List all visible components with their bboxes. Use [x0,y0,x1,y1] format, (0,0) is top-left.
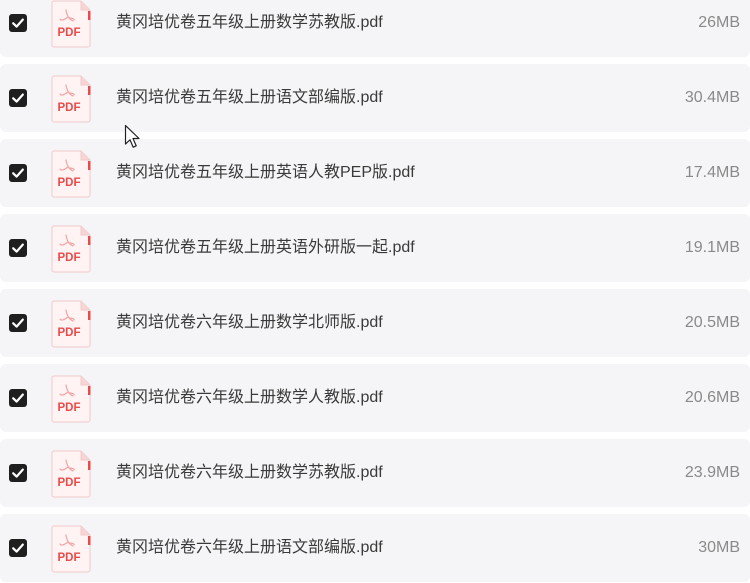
file-size: 19.1MB [684,239,740,256]
file-name: 黄冈培优卷六年级上册数学北师版.pdf [116,314,383,331]
file-size: 20.5MB [684,314,740,331]
pdf-file-icon: PDF [50,150,92,198]
pdf-file-icon: PDF [50,225,92,273]
checkmark-icon [12,543,24,553]
file-size: 23.9MB [684,464,740,481]
file-name: 黄冈培优卷六年级上册数学人教版.pdf [116,389,383,406]
pdf-file-icon: PDF [50,375,92,423]
pdf-file-icon: PDF [50,75,92,123]
checkmark-icon [12,18,24,28]
file-row[interactable]: PDF 黄冈培优卷五年级上册数学苏教版.pdf 26MB [0,0,750,57]
file-row[interactable]: PDF 黄冈培优卷六年级上册数学人教版.pdf 20.6MB [0,364,750,432]
pdf-file-icon: PDF [50,525,92,573]
file-row[interactable]: PDF 黄冈培优卷六年级上册数学北师版.pdf 20.5MB [0,289,750,357]
checkbox-checked[interactable] [9,239,27,257]
checkbox-checked[interactable] [9,89,27,107]
checkbox-checked[interactable] [9,164,27,182]
file-name: 黄冈培优卷五年级上册英语外研版一起.pdf [116,239,415,256]
checkmark-icon [12,243,24,253]
pdf-file-icon: PDF [50,300,92,348]
file-row[interactable]: PDF 黄冈培优卷五年级上册语文部编版.pdf 30.4MB [0,64,750,132]
pdf-icon-label: PDF [58,177,81,189]
checkbox-checked[interactable] [9,14,27,32]
pdf-icon-label: PDF [58,552,81,564]
pdf-icon-label: PDF [58,477,81,489]
file-row[interactable]: PDF 黄冈培优卷六年级上册数学苏教版.pdf 23.9MB [0,439,750,507]
file-name: 黄冈培优卷五年级上册英语人教PEP版.pdf [116,164,415,181]
file-row[interactable]: PDF 黄冈培优卷六年级上册语文部编版.pdf 30MB [0,514,750,582]
checkbox-checked[interactable] [9,389,27,407]
checkmark-icon [12,318,24,328]
file-row[interactable]: PDF 黄冈培优卷五年级上册英语人教PEP版.pdf 17.4MB [0,139,750,207]
checkmark-icon [12,168,24,178]
checkbox-checked[interactable] [9,539,27,557]
checkmark-icon [12,468,24,478]
pdf-icon-label: PDF [58,252,81,264]
checkbox-checked[interactable] [9,314,27,332]
file-size: 17.4MB [684,164,740,181]
pdf-icon-label: PDF [58,402,81,414]
file-size: 20.6MB [684,389,740,406]
file-name: 黄冈培优卷六年级上册数学苏教版.pdf [116,464,383,481]
pdf-icon-label: PDF [58,102,81,114]
file-size: 26MB [698,14,740,31]
file-name: 黄冈培优卷五年级上册语文部编版.pdf [116,89,383,106]
file-row[interactable]: PDF 黄冈培优卷五年级上册英语外研版一起.pdf 19.1MB [0,214,750,282]
pdf-icon-label: PDF [58,327,81,339]
pdf-file-icon: PDF [50,450,92,498]
file-size: 30MB [698,539,740,556]
checkbox-checked[interactable] [9,464,27,482]
checkmark-icon [12,393,24,403]
pdf-file-icon: PDF [50,0,92,48]
file-size: 30.4MB [684,89,740,106]
checkmark-icon [12,93,24,103]
file-list: PDF 黄冈培优卷五年级上册数学苏教版.pdf 26MB PDF 黄冈培优卷五年… [0,0,750,583]
pdf-icon-label: PDF [58,27,81,39]
file-name: 黄冈培优卷六年级上册语文部编版.pdf [116,539,383,556]
file-name: 黄冈培优卷五年级上册数学苏教版.pdf [116,14,383,31]
